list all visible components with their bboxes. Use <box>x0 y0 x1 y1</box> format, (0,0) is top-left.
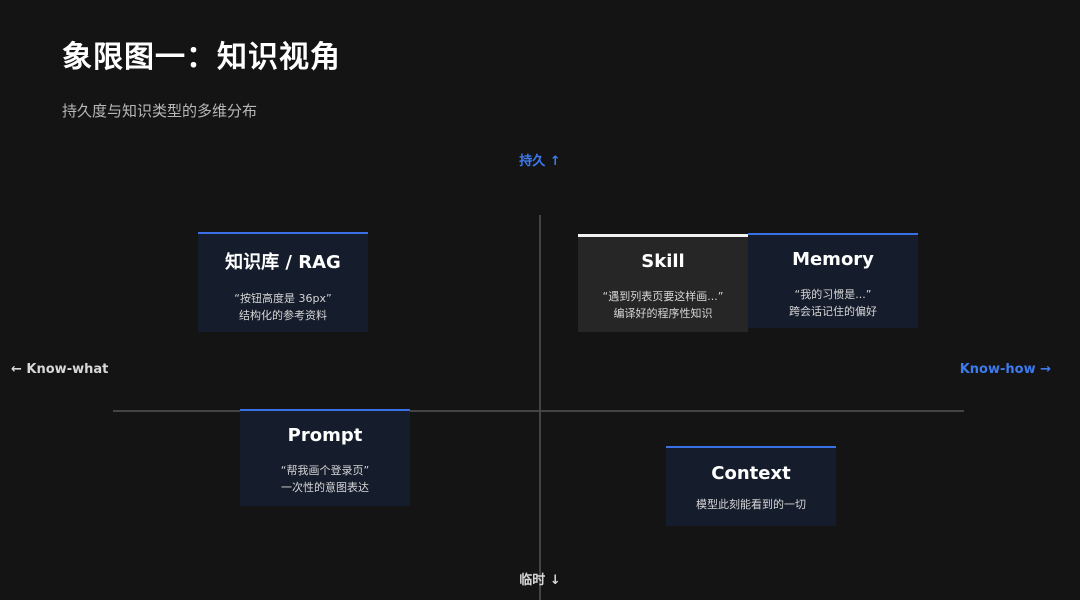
card-skill-desc: 编译好的程序性知识 <box>613 307 713 320</box>
card-prompt: Prompt “帮我画个登录页” 一次性的意图表达 <box>240 409 410 506</box>
card-memory-desc: 跨会话记住的偏好 <box>789 305 877 318</box>
card-rag: 知识库 / RAG “按钮高度是 36px” 结构化的参考资料 <box>198 232 368 332</box>
axis-label-temporary: 临时 ↓ <box>519 573 561 588</box>
card-prompt-description: “帮我画个登录页” 一次性的意图表达 <box>240 462 410 496</box>
page-subtitle: 持久度与知识类型的多维分布 <box>62 102 258 120</box>
card-skill: Skill “遇到列表页要这样画...” 编译好的程序性知识 <box>578 234 748 332</box>
card-context-description: 模型此刻能看到的一切 <box>666 496 836 513</box>
axis-label-persistent: 持久 ↑ <box>519 154 561 169</box>
card-prompt-title: Prompt <box>287 425 363 446</box>
page-title: 象限图一：知识视角 <box>62 40 341 75</box>
card-context-desc: 模型此刻能看到的一切 <box>696 498 806 511</box>
card-prompt-quote: “帮我画个登录页” <box>280 464 370 477</box>
card-prompt-desc: 一次性的意图表达 <box>281 481 369 494</box>
card-rag-desc: 结构化的参考资料 <box>239 309 327 322</box>
card-memory-description: “我的习惯是...” 跨会话记住的偏好 <box>748 286 918 320</box>
card-rag-title: 知识库 / RAG <box>225 252 341 273</box>
card-memory-quote: “我的习惯是...” <box>794 288 872 301</box>
card-context-title: Context <box>711 463 791 484</box>
card-skill-quote: “遇到列表页要这样画...” <box>602 290 724 303</box>
card-memory: Memory “我的习惯是...” 跨会话记住的偏好 <box>748 233 918 328</box>
vertical-axis-line <box>539 215 541 600</box>
card-skill-title: Skill <box>641 251 685 272</box>
card-rag-description: “按钮高度是 36px” 结构化的参考资料 <box>198 290 368 324</box>
axis-label-know-how: Know-how → <box>959 362 1051 377</box>
card-skill-description: “遇到列表页要这样画...” 编译好的程序性知识 <box>578 288 748 322</box>
card-memory-title: Memory <box>792 249 874 270</box>
card-context: Context 模型此刻能看到的一切 <box>666 446 836 526</box>
card-rag-quote: “按钮高度是 36px” <box>234 292 332 305</box>
axis-label-know-what: ← Know-what <box>11 362 109 377</box>
